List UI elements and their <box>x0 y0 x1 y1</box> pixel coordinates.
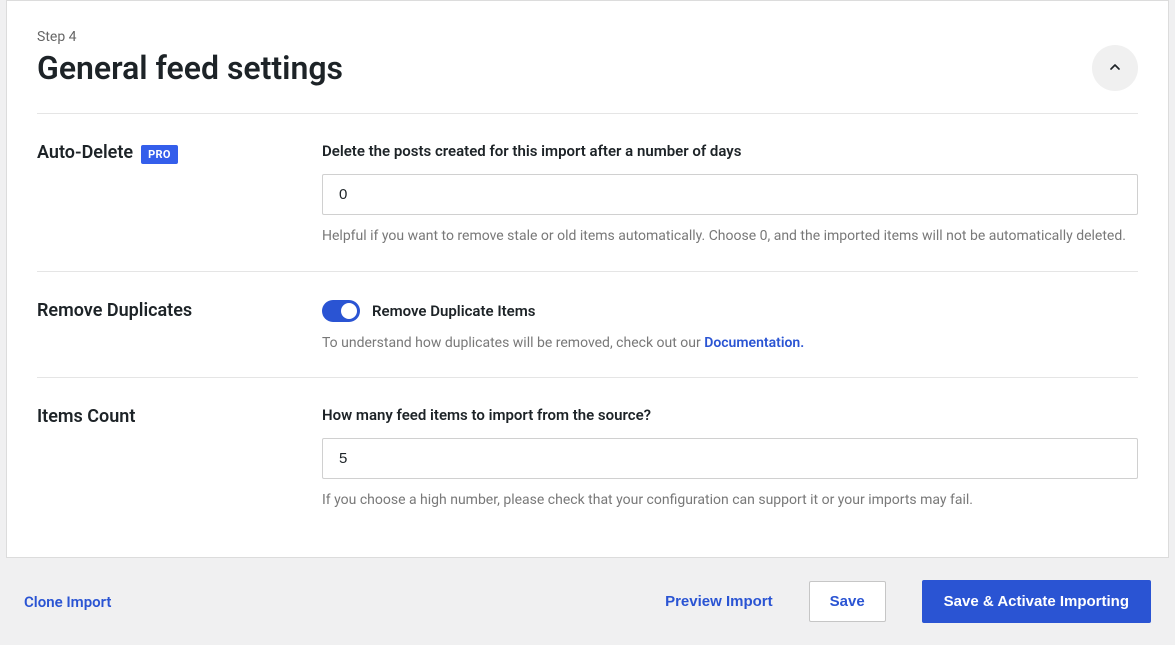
label-items-count: Items Count <box>37 406 135 427</box>
help-remove-duplicates: To understand how duplicates will be rem… <box>322 334 1138 354</box>
save-activate-button[interactable]: Save & Activate Importing <box>922 580 1151 623</box>
row-auto-delete: Auto-Delete PRO Delete the posts created… <box>37 113 1138 271</box>
items-count-input[interactable] <box>322 438 1138 479</box>
field-label-items-count: How many feed items to import from the s… <box>322 406 1138 424</box>
field-label-auto-delete: Delete the posts created for this import… <box>322 142 1138 160</box>
save-button[interactable]: Save <box>809 581 886 622</box>
preview-import-button[interactable]: Preview Import <box>665 593 773 610</box>
remove-duplicates-toggle[interactable] <box>322 300 360 322</box>
step-label: Step 4 <box>37 29 1138 45</box>
help-auto-delete: Helpful if you want to remove stale or o… <box>322 227 1138 247</box>
toggle-label-remove-duplicates: Remove Duplicate Items <box>372 302 535 320</box>
clone-import-link[interactable]: Clone Import <box>24 593 111 611</box>
documentation-link[interactable]: Documentation. <box>704 335 804 351</box>
row-body-auto-delete: Delete the posts created for this import… <box>322 142 1138 247</box>
row-label-auto-delete: Auto-Delete PRO <box>37 142 322 247</box>
pro-badge: PRO <box>141 145 178 164</box>
row-items-count: Items Count How many feed items to impor… <box>37 377 1138 535</box>
footer-bar: Clone Import Preview Import Save Save & … <box>0 558 1175 645</box>
row-label-remove-duplicates: Remove Duplicates <box>37 300 322 354</box>
footer-right: Preview Import Save Save & Activate Impo… <box>665 580 1151 623</box>
row-label-items-count: Items Count <box>37 406 322 511</box>
label-remove-duplicates: Remove Duplicates <box>37 300 192 321</box>
footer-left: Clone Import <box>24 592 111 611</box>
collapse-button[interactable] <box>1092 45 1138 91</box>
help-remove-duplicates-text: To understand how duplicates will be rem… <box>322 335 704 351</box>
row-body-items-count: How many feed items to import from the s… <box>322 406 1138 511</box>
row-body-remove-duplicates: Remove Duplicate Items To understand how… <box>322 300 1138 354</box>
row-remove-duplicates: Remove Duplicates Remove Duplicate Items… <box>37 271 1138 378</box>
settings-panel: Step 4 General feed settings Auto-Delete… <box>6 0 1169 558</box>
help-items-count: If you choose a high number, please chec… <box>322 491 1138 511</box>
auto-delete-input[interactable] <box>322 174 1138 215</box>
chevron-up-icon <box>1107 59 1123 78</box>
label-auto-delete: Auto-Delete <box>37 142 133 163</box>
panel-title: General feed settings <box>37 49 1138 87</box>
